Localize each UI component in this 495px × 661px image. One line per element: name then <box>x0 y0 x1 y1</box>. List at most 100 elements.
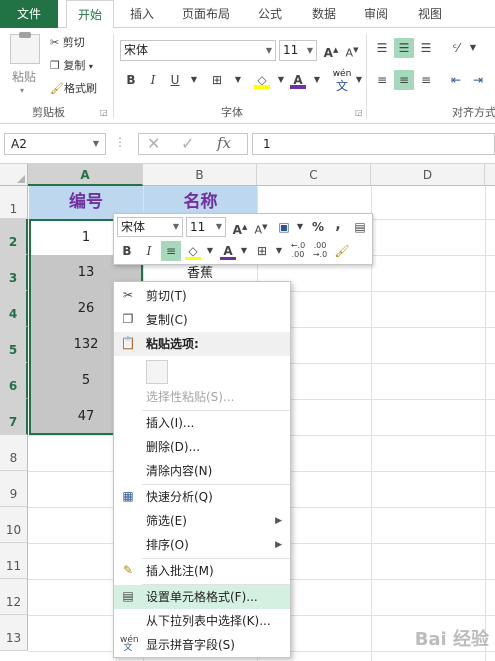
cancel-icon[interactable]: ✕ <box>147 134 160 153</box>
decrease-indent-icon[interactable]: ⇤ <box>446 70 466 90</box>
chevron-down-icon[interactable]: ▼ <box>269 241 289 261</box>
mini-font-name-select[interactable]: 宋体 ▼ <box>117 217 183 237</box>
column-header-e[interactable] <box>485 164 495 186</box>
mini-grow-font-button[interactable]: A▲ <box>230 217 250 237</box>
row-header-1[interactable]: 1 <box>0 186 28 219</box>
format-table-icon[interactable]: ▤ <box>350 217 370 237</box>
chevron-down-icon[interactable]: ▼ <box>200 241 220 261</box>
font-name-select[interactable]: 宋体 ▼ <box>120 40 276 61</box>
row-header-7[interactable]: 7 <box>0 399 28 435</box>
chevron-down-icon[interactable]: ▼ <box>184 70 204 90</box>
row-header-9[interactable]: 9 <box>0 471 28 507</box>
menu-item-cut[interactable]: ✂ 剪切(T) <box>114 284 290 308</box>
menu-item-quick-analysis[interactable]: ▦ 快速分析(Q) <box>114 485 290 509</box>
tab-home[interactable]: 开始 <box>66 0 114 29</box>
align-middle-icon[interactable]: ☰ <box>394 38 414 58</box>
ribbon: 粘贴 ▾ ✂ 剪切 ❐ 复制 ▾ 🖌格式刷 剪贴板 ◲ 宋体 ▼ 11 ▼ A▲ A… <box>0 28 495 124</box>
row-header-10[interactable]: 10 <box>0 507 28 543</box>
font-group-label: 字体 <box>221 106 243 119</box>
format-painter-button[interactable]: 🖌格式刷 <box>50 80 97 96</box>
comment-icon: ✎ <box>122 563 134 577</box>
column-header-b[interactable]: B <box>143 164 257 186</box>
tab-view[interactable]: 视图 <box>406 0 454 28</box>
align-top-icon[interactable]: ☰ <box>372 38 392 58</box>
row-header-13[interactable]: 13 <box>0 615 28 651</box>
mini-bold-button[interactable]: B <box>117 241 137 261</box>
tab-page-layout[interactable]: 页面布局 <box>172 0 240 28</box>
increase-decimal-button[interactable]: ←.0 .00 <box>288 241 308 261</box>
row-header-2[interactable]: 2 <box>0 219 28 255</box>
row-header-12[interactable]: 12 <box>0 579 28 615</box>
tab-file[interactable]: 文件 <box>0 0 58 28</box>
tab-review[interactable]: 审阅 <box>352 0 400 28</box>
chevron-down-icon[interactable]: ▼ <box>463 38 483 58</box>
name-box[interactable]: A2 ▼ <box>4 133 106 155</box>
italic-button[interactable]: I <box>143 70 163 90</box>
chevron-down-icon[interactable]: ▼ <box>290 217 310 237</box>
column-header-a[interactable]: A <box>28 164 143 186</box>
menu-item-pick-from-list[interactable]: 从下拉列表中选择(K)... <box>114 609 290 633</box>
mini-shrink-font-button[interactable]: A▼ <box>251 217 271 237</box>
menu-item-paste-special[interactable]: 选择性粘贴(S)... <box>114 385 290 409</box>
alignment-group-label: 对齐方式 <box>452 106 495 119</box>
row-header-8[interactable]: 8 <box>0 435 28 471</box>
decrease-decimal-button[interactable]: .00 →.0 <box>310 241 330 261</box>
select-all-corner[interactable] <box>0 164 28 186</box>
fill-color-icon[interactable]: ◇ <box>252 70 272 90</box>
font-size-select[interactable]: 11 ▼ <box>279 40 317 61</box>
menu-item-show-phonetic[interactable]: wén 文显示拼音字段(S) <box>114 633 290 657</box>
menu-item-sort[interactable]: 排序(O) ▶ <box>114 533 290 557</box>
column-header-d[interactable]: D <box>371 164 485 186</box>
paste-option-icon[interactable] <box>146 360 168 384</box>
align-right-icon[interactable]: ≡ <box>416 70 436 90</box>
enter-icon[interactable]: ✓ <box>181 134 194 153</box>
borders-icon[interactable]: ⊞ <box>207 70 227 90</box>
font-launcher-icon[interactable]: ◲ <box>355 108 363 117</box>
menu-item-format-cells[interactable]: ▤ 设置单元格格式(F)... <box>114 585 290 609</box>
paste-dropdown-icon[interactable]: ▾ <box>20 86 24 95</box>
row-header-6[interactable]: 6 <box>0 363 28 399</box>
shrink-font-button[interactable]: A▼ <box>342 40 362 60</box>
align-center-icon[interactable]: ≡ <box>394 70 414 90</box>
mini-font-size-select[interactable]: 11 ▼ <box>186 217 226 237</box>
row-header-3[interactable]: 3 <box>0 255 28 291</box>
column-header-c[interactable]: C <box>257 164 371 186</box>
font-color-icon[interactable]: A <box>288 70 308 90</box>
menu-item-clear[interactable]: 清除内容(N) <box>114 459 290 483</box>
comma-button[interactable]: , <box>328 215 348 235</box>
tab-data[interactable]: 数据 <box>300 0 348 28</box>
tab-insert[interactable]: 插入 <box>118 0 166 28</box>
grow-font-button[interactable]: A▲ <box>321 40 341 60</box>
more-icon: ⋮ <box>114 135 126 149</box>
chevron-down-icon: ▼ <box>265 46 272 55</box>
menu-item-insert-comment[interactable]: ✎ 插入批注(M) <box>114 559 290 583</box>
chevron-down-icon[interactable]: ▼ <box>307 70 327 90</box>
menu-paste-options-header: 📋 粘贴选项: <box>114 332 290 356</box>
tab-formulas[interactable]: 公式 <box>246 0 294 28</box>
mini-center-icon[interactable]: ≡ <box>161 241 181 261</box>
bold-button[interactable]: B <box>121 70 141 90</box>
align-left-icon[interactable]: ≡ <box>372 70 392 90</box>
row-header-4[interactable]: 4 <box>0 291 28 327</box>
menu-item-insert[interactable]: 插入(I)... <box>114 411 290 435</box>
cut-button[interactable]: ✂ 剪切 <box>50 34 85 50</box>
chevron-down-icon[interactable]: ▼ <box>234 241 254 261</box>
percent-button[interactable]: % <box>308 217 328 237</box>
align-bottom-icon[interactable]: ☰ <box>416 38 436 58</box>
insert-function-button[interactable]: fx <box>217 134 231 152</box>
group-divider <box>113 34 114 118</box>
mini-format-painter-icon[interactable]: 🖌 <box>332 241 352 261</box>
increase-indent-icon[interactable]: ⇥ <box>468 70 488 90</box>
clipboard-launcher-icon[interactable]: ◲ <box>100 108 108 117</box>
menu-item-delete[interactable]: 删除(D)... <box>114 435 290 459</box>
row-header-5[interactable]: 5 <box>0 327 28 363</box>
chevron-down-icon[interactable]: ▼ <box>228 70 248 90</box>
menu-item-filter[interactable]: 筛选(E) ▶ <box>114 509 290 533</box>
paste-button[interactable]: 粘贴 <box>12 68 36 85</box>
menu-item-copy[interactable]: ❐ 复制(C) <box>114 308 290 332</box>
mini-italic-button[interactable]: I <box>139 241 159 261</box>
copy-button[interactable]: ❐ 复制 ▾ <box>50 57 93 73</box>
underline-button[interactable]: U <box>165 70 185 90</box>
formula-input[interactable]: 1 <box>252 133 495 155</box>
row-header-11[interactable]: 11 <box>0 543 28 579</box>
